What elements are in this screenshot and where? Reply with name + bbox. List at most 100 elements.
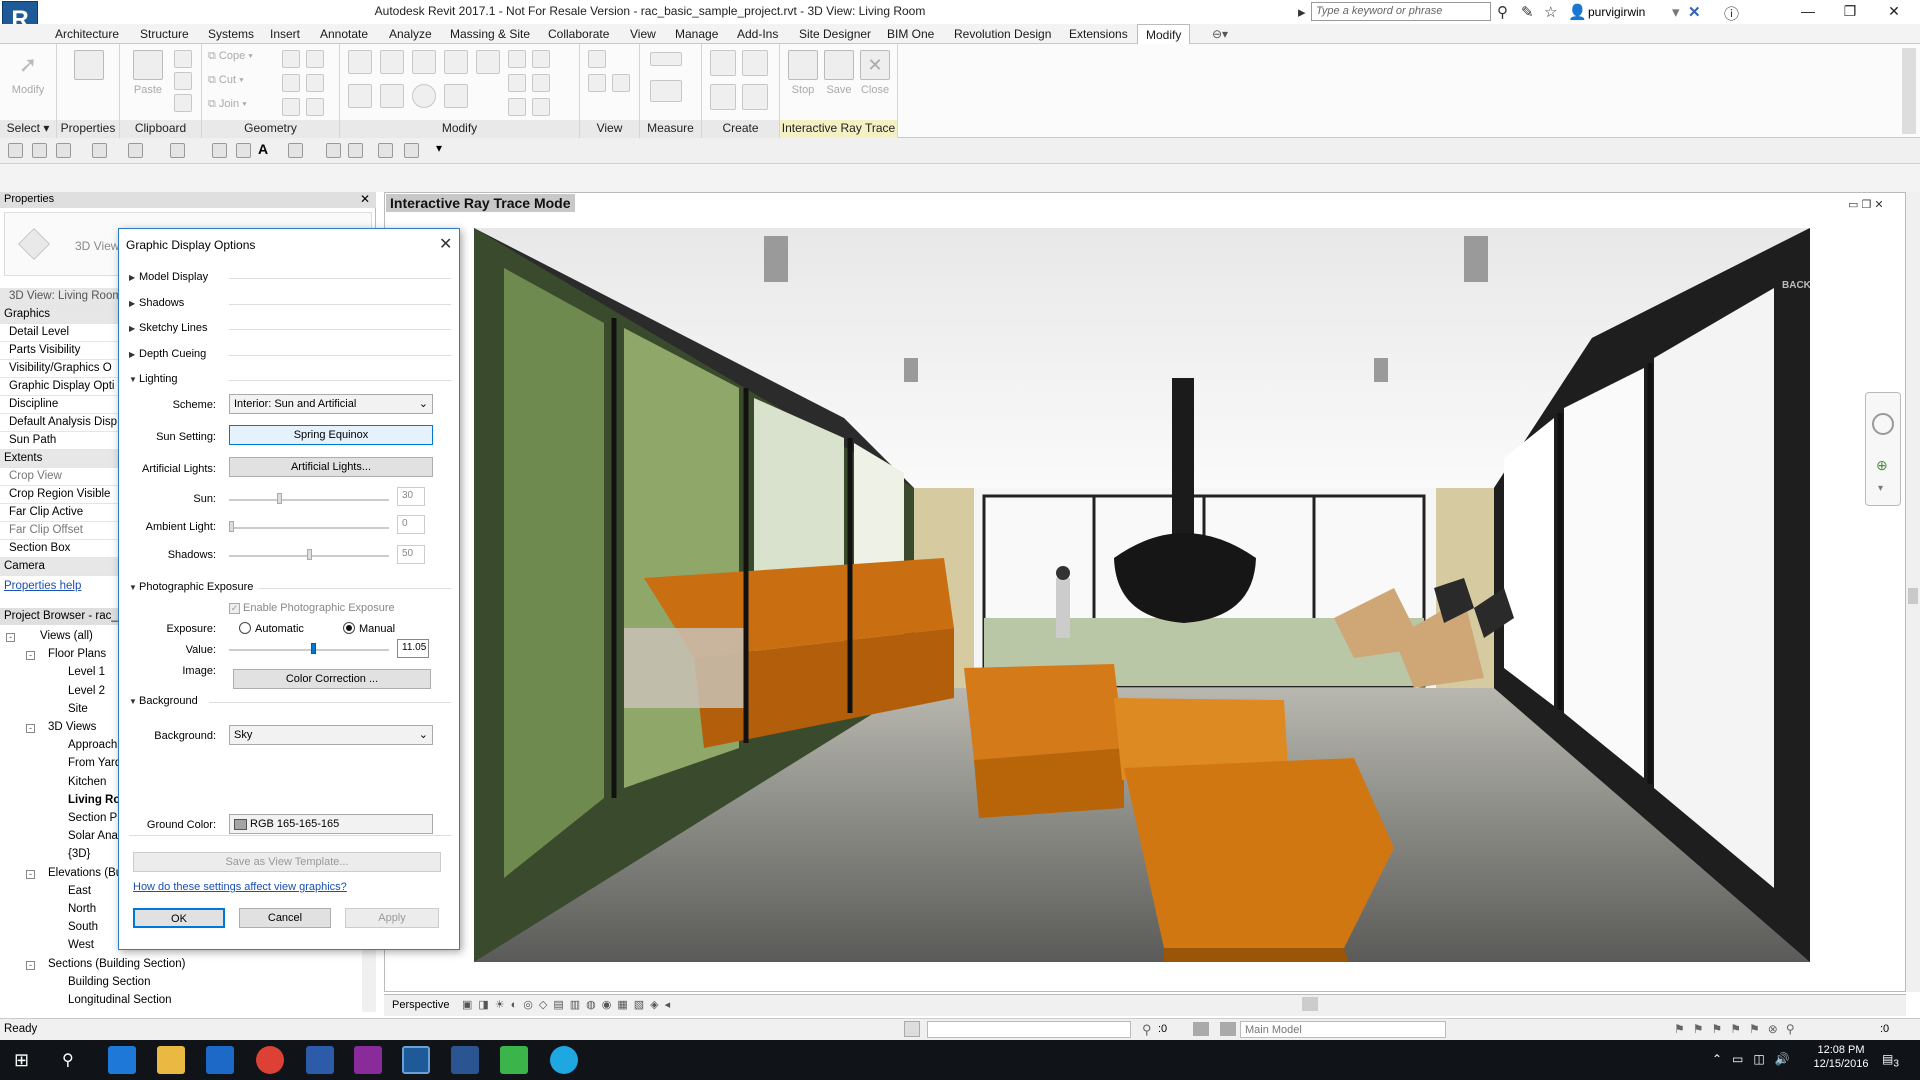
minimize-button[interactable]: —	[1788, 3, 1828, 19]
steering-wheel-icon[interactable]	[1872, 413, 1894, 435]
system-tray-icons[interactable]: ⌃▭◫🔊	[1712, 1052, 1800, 1066]
exchange-apps-icon[interactable]: ✕	[1688, 3, 1701, 21]
ambient-value[interactable]: 0	[397, 515, 425, 534]
tab-structure[interactable]: Structure	[140, 27, 189, 41]
enable-exposure-checkbox[interactable]: ✓	[229, 603, 240, 614]
move-icon[interactable]	[348, 84, 372, 108]
tree-item[interactable]: Floor Plans	[48, 648, 106, 660]
revit-viewer-icon[interactable]	[451, 1046, 479, 1074]
sync-icon[interactable]	[56, 143, 71, 158]
copy-icon[interactable]	[380, 84, 404, 108]
tab-add-ins[interactable]: Add-Ins	[737, 27, 778, 41]
save-render-button[interactable]: Save	[822, 50, 856, 96]
geometry-tool-icon-2[interactable]	[306, 50, 324, 68]
3d-view-icon[interactable]	[288, 143, 303, 158]
view-control-icons[interactable]: ▣◨☀◐◎◇▤▥◍◉▦▧◈◂	[462, 998, 762, 1012]
close-hidden-icon[interactable]	[378, 143, 393, 158]
section-depth-cueing[interactable]: ▶ Depth Cueing	[129, 348, 451, 360]
select-dropdown[interactable]: Select ▾	[0, 120, 56, 138]
section-background[interactable]: ▼ Background	[129, 695, 451, 707]
thin-lines-icon[interactable]	[348, 143, 363, 158]
sun-setting-button[interactable]: Spring Equinox	[229, 425, 433, 445]
close-raytrace-button[interactable]: ✕ Close	[858, 50, 892, 96]
geometry-tool-icon-4[interactable]	[306, 74, 324, 92]
scale-icon[interactable]	[532, 50, 550, 68]
workset-dropdown[interactable]	[927, 1021, 1131, 1038]
measure-icon[interactable]	[650, 52, 682, 66]
section-photographic-exposure[interactable]: ▼ Photographic Exposure	[129, 581, 451, 593]
tree-item[interactable]: Building Section	[68, 976, 150, 988]
tab-bim-one[interactable]: BIM One	[887, 27, 934, 41]
measure-qat-icon[interactable]	[212, 143, 227, 158]
ribbon-minimize-icon[interactable]: ⊖▾	[1212, 27, 1228, 41]
geometry-tool-icon-3[interactable]	[282, 74, 300, 92]
copy-clipboard-icon[interactable]	[174, 72, 192, 90]
tab-site-designer[interactable]: Site Designer	[799, 27, 871, 41]
tab-insert[interactable]: Insert	[270, 27, 300, 41]
ambient-slider[interactable]	[229, 527, 389, 529]
redo-icon[interactable]	[128, 143, 143, 158]
section-lighting[interactable]: ▼ Lighting	[129, 373, 451, 385]
tree-expander[interactable]: -	[26, 651, 35, 661]
editable-only-icon[interactable]	[1193, 1022, 1209, 1036]
onenote-icon[interactable]	[354, 1046, 382, 1074]
cut-geometry-button[interactable]: ⧉ Cut ▾	[208, 74, 244, 87]
cope-button[interactable]: ⧉ Cope ▾	[208, 50, 253, 63]
filter-icon[interactable]: ⚲	[1142, 1022, 1152, 1038]
sun-slider[interactable]	[229, 499, 389, 501]
mirror-axis-icon[interactable]	[412, 50, 436, 74]
ok-button[interactable]: OK	[133, 908, 225, 928]
create-part-icon[interactable]	[710, 50, 736, 76]
tab-revolution-design[interactable]: Revolution Design	[954, 27, 1051, 41]
shadows-slider-thumb[interactable]	[307, 549, 312, 560]
tree-item[interactable]: Living Ro	[68, 794, 120, 806]
design-options-icon[interactable]	[1220, 1022, 1236, 1036]
revit-taskbar-icon[interactable]	[402, 1046, 430, 1074]
shadows-value[interactable]: 50	[397, 545, 425, 564]
edge-icon[interactable]	[108, 1046, 136, 1074]
customize-qat-icon[interactable]: ▾	[436, 141, 451, 156]
settings-help-link[interactable]: How do these settings affect view graphi…	[133, 881, 347, 893]
help-search-input[interactable]: Type a keyword or phrase	[1311, 2, 1491, 21]
tab-modify[interactable]: Modify	[1137, 24, 1191, 45]
exposure-value-slider[interactable]	[229, 649, 389, 651]
mirror-draw-icon[interactable]	[444, 50, 468, 74]
word-icon[interactable]	[306, 1046, 334, 1074]
tree-item[interactable]: Sections (Building Section)	[48, 958, 185, 970]
design-option-dropdown[interactable]: Main Model	[1240, 1021, 1446, 1038]
exposure-slider-thumb[interactable]	[311, 643, 316, 654]
unpin-icon[interactable]	[532, 74, 550, 92]
tab-extensions[interactable]: Extensions	[1069, 27, 1128, 41]
sun-slider-thumb[interactable]	[277, 493, 282, 504]
match-properties-icon[interactable]	[174, 94, 192, 112]
tree-item[interactable]: Level 2	[68, 685, 105, 697]
properties-help-link[interactable]: Properties help	[4, 580, 81, 592]
section-shadows[interactable]: ▶ Shadows	[129, 297, 451, 309]
array-icon[interactable]	[508, 50, 526, 68]
save-qat-icon[interactable]	[32, 143, 47, 158]
help-icon[interactable]: ⓘ	[1724, 3, 1739, 24]
view-scrollbar-vertical[interactable]	[1906, 192, 1920, 992]
tab-massing-site[interactable]: Massing & Site	[450, 27, 530, 41]
tab-systems[interactable]: Systems	[208, 27, 254, 41]
trim-icon[interactable]	[532, 98, 550, 116]
windows-start-icon[interactable]: ⊞	[14, 1050, 29, 1071]
tree-item[interactable]: Solar Ana	[68, 830, 118, 842]
tree-item[interactable]: Section P	[68, 812, 117, 824]
back-label[interactable]: BACK	[1782, 280, 1810, 291]
tab-collaborate[interactable]: Collaborate	[548, 27, 609, 41]
tree-item[interactable]: 3D Views	[48, 721, 96, 733]
user-icon[interactable]: 👤	[1568, 3, 1587, 21]
binoculars-icon[interactable]: ⚲	[1497, 3, 1508, 21]
tree-item[interactable]: Kitchen	[68, 776, 106, 788]
view-window-controls[interactable]: ▭ ❐ ✕	[1848, 198, 1884, 211]
user-dropdown-icon[interactable]: ▾	[1672, 3, 1680, 21]
tab-analyze[interactable]: Analyze	[389, 27, 432, 41]
rotate-icon[interactable]	[412, 84, 436, 108]
workset-icon[interactable]	[904, 1021, 920, 1037]
ambient-slider-thumb[interactable]	[229, 521, 234, 532]
create-assembly-icon[interactable]	[710, 84, 736, 110]
selection-toggle-icons[interactable]: ⚑⚑⚑⚑⚑⊗⚲	[1674, 1022, 1803, 1036]
close-window-button[interactable]: ✕	[1874, 3, 1914, 20]
chrome-icon[interactable]	[256, 1046, 284, 1074]
